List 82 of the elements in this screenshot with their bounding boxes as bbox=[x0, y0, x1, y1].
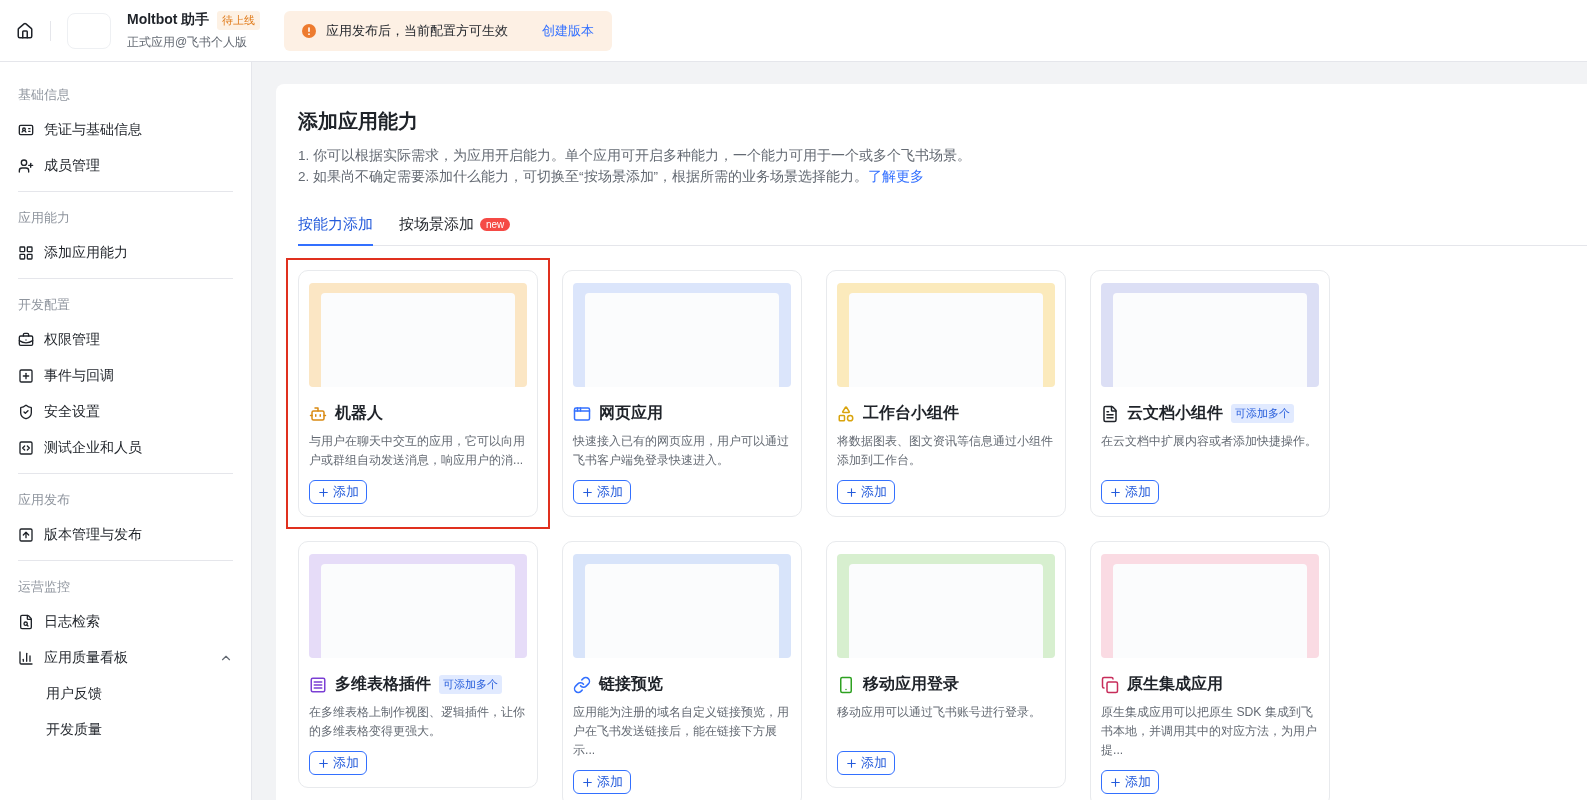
new-badge: new bbox=[480, 218, 511, 231]
card-description: 在多维表格上制作视图、逻辑插件，让你的多维表格变得更强大。 bbox=[309, 704, 526, 740]
learn-more-link[interactable]: 了解更多 bbox=[868, 169, 924, 184]
plus-icon bbox=[581, 775, 594, 789]
add-user-icon bbox=[18, 158, 34, 174]
sidebar-item[interactable]: 添加应用能力 bbox=[10, 235, 241, 271]
sidebar-item[interactable]: 事件与回调 bbox=[10, 358, 241, 394]
section-title: 应用发布 bbox=[17, 491, 71, 509]
card-title: 多维表格插件 bbox=[335, 674, 431, 694]
plus-icon bbox=[317, 485, 330, 499]
card-description: 应用能为注册的域名自定义链接预览，用户在飞书发送链接后，能在链接下方展示... bbox=[573, 704, 790, 759]
plus-icon bbox=[1109, 775, 1122, 789]
card-description: 原生集成应用可以把原生 SDK 集成到飞书本地，并调用其中的对应方法，为用户提... bbox=[1101, 704, 1318, 759]
plus-icon bbox=[581, 485, 594, 499]
plus-icon bbox=[1109, 485, 1122, 499]
create-version-link[interactable]: 创建版本 bbox=[542, 21, 595, 40]
sidebar-item[interactable]: 成员管理 bbox=[10, 148, 241, 184]
grid-plus-icon bbox=[18, 245, 34, 261]
sidebar-item[interactable]: 权限管理 bbox=[10, 322, 241, 358]
multi-add-tag: 可添加多个 bbox=[439, 675, 502, 694]
add-button[interactable]: 添加 bbox=[309, 751, 367, 775]
card-description: 在云文档中扩展内容或者添加快捷操作。 bbox=[1101, 433, 1318, 450]
phone-icon bbox=[837, 675, 855, 694]
plus-icon bbox=[845, 756, 858, 770]
page-title: 添加应用能力 bbox=[298, 109, 419, 134]
sidebar-item[interactable]: 日志检索 bbox=[10, 604, 241, 640]
status-tag: 待上线 bbox=[217, 10, 261, 30]
sidebar-item[interactable]: 应用质量看板 bbox=[10, 640, 241, 676]
file-search-icon bbox=[18, 614, 34, 630]
add-button[interactable]: 添加 bbox=[573, 770, 631, 794]
app-name: Moltbot 助手 bbox=[127, 11, 210, 29]
sidebar-item[interactable]: 版本管理与发布 bbox=[10, 517, 241, 553]
list-icon bbox=[309, 675, 327, 694]
intro-text: 1. 你可以根据实际需求，为应用开启能力。单个应用可开启多种能力，一个能力可用于一个或多个飞书场景。 bbox=[298, 147, 972, 165]
sidebar-item[interactable]: 安全设置 bbox=[10, 394, 241, 430]
app-subtitle: 正式应用@飞书个人版 bbox=[127, 33, 249, 51]
sidebar-item[interactable]: 测试企业和人员 bbox=[10, 430, 241, 466]
tab[interactable]: 按场景添加 new bbox=[399, 209, 511, 246]
card-description: 将数据图表、图文资讯等信息通过小组件添加到工作台。 bbox=[837, 433, 1054, 469]
sidebar-item[interactable]: 开发质量 bbox=[10, 712, 241, 748]
robot-icon bbox=[309, 404, 327, 423]
sidebar-item[interactable]: 凭证与基础信息 bbox=[10, 112, 241, 148]
id-card-icon bbox=[18, 122, 34, 138]
add-button[interactable]: 添加 bbox=[573, 480, 631, 504]
browser-icon bbox=[573, 404, 591, 423]
layers-icon bbox=[1101, 675, 1119, 694]
card-title: 链接预览 bbox=[599, 674, 663, 694]
sidebar-item[interactable]: 用户反馈 bbox=[10, 676, 241, 712]
warning-icon bbox=[302, 23, 317, 38]
link-icon bbox=[573, 675, 591, 694]
add-button[interactable]: 添加 bbox=[837, 751, 895, 775]
card-title: 网页应用 bbox=[599, 403, 663, 423]
plus-icon bbox=[845, 485, 858, 499]
add-button[interactable]: 添加 bbox=[837, 480, 895, 504]
section-title: 应用能力 bbox=[17, 209, 71, 227]
section-title: 开发配置 bbox=[17, 296, 71, 314]
add-button[interactable]: 添加 bbox=[309, 480, 367, 504]
notice-text: 应用发布后，当前配置方可生效 bbox=[326, 21, 509, 40]
plus-icon bbox=[317, 756, 330, 770]
card-title: 移动应用登录 bbox=[863, 674, 959, 694]
add-button[interactable]: 添加 bbox=[1101, 480, 1159, 504]
card-title: 云文档小组件 bbox=[1127, 403, 1223, 423]
shield-check-icon bbox=[18, 404, 34, 420]
home-icon[interactable] bbox=[16, 21, 34, 40]
document-icon bbox=[1101, 404, 1119, 423]
section-title: 基础信息 bbox=[17, 86, 71, 104]
add-button[interactable]: 添加 bbox=[1101, 770, 1159, 794]
upload-icon bbox=[18, 527, 34, 543]
card-description: 与用户在聊天中交互的应用，它可以向用户或群组自动发送消息，响应用户的消... bbox=[309, 433, 526, 469]
briefcase-icon bbox=[18, 332, 34, 348]
card-description: 快速接入已有的网页应用，用户可以通过飞书客户端免登录快速进入。 bbox=[573, 433, 790, 469]
tab[interactable]: 按能力添加 bbox=[298, 209, 373, 246]
card-description: 移动应用可以通过飞书账号进行登录。 bbox=[837, 704, 1042, 721]
square-plus-icon bbox=[18, 368, 34, 384]
bar-chart-icon bbox=[18, 650, 34, 666]
intro-text: 2. 如果尚不确定需要添加什么能力，可切换至“按场景添加”，根据所需的业务场景选择能力。了解更多 bbox=[298, 168, 925, 186]
code-icon bbox=[18, 440, 34, 456]
card-title: 工作台小组件 bbox=[863, 403, 959, 423]
multi-add-tag: 可添加多个 bbox=[1231, 404, 1294, 423]
card-title: 机器人 bbox=[335, 403, 383, 423]
section-title: 运营监控 bbox=[17, 578, 71, 596]
card-title: 原生集成应用 bbox=[1127, 674, 1223, 694]
